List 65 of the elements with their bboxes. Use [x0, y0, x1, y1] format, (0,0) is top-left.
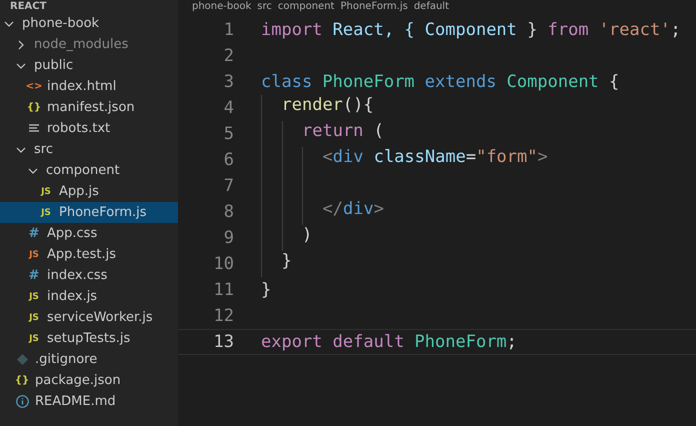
- file-item[interactable]: robots.txt: [0, 118, 178, 139]
- braces-icon: {}: [14, 372, 30, 388]
- line-number: 2: [222, 46, 234, 66]
- code-text: <div className="form">: [322, 147, 548, 169]
- file-item[interactable]: JS index.js: [0, 286, 178, 307]
- file-item[interactable]: # index.css: [0, 265, 178, 286]
- line-number: 4: [222, 98, 234, 118]
- code-text: return (: [302, 121, 384, 143]
- info-icon: [14, 394, 30, 410]
- chevron-down-icon: [16, 60, 26, 70]
- js-icon: JS: [26, 330, 42, 346]
- breadcrumb-item[interactable]: component: [278, 0, 334, 14]
- line-number: 5: [222, 124, 234, 144]
- breadcrumb-item[interactable]: phone-book: [192, 0, 252, 14]
- folder-item[interactable]: phone-book: [0, 13, 178, 34]
- file-item[interactable]: JS serviceWorker.js: [0, 307, 178, 328]
- code-text: render(){: [282, 95, 374, 117]
- js-icon: JS: [38, 184, 54, 200]
- code-text: import React, { Component } from 'react';: [261, 20, 681, 40]
- file-item[interactable]: {} package.json: [0, 370, 178, 391]
- line-number: 11: [212, 280, 234, 300]
- line-number: 12: [212, 306, 234, 326]
- line-number: 1: [222, 20, 234, 40]
- code-text: class PhoneForm extends Component {: [261, 72, 620, 92]
- file-item[interactable]: JS PhoneForm.js: [0, 202, 178, 223]
- code-text: }: [282, 251, 292, 273]
- js-icon: JS: [26, 288, 42, 304]
- file-item[interactable]: README.md: [0, 391, 178, 412]
- chevron-down-icon: [4, 18, 14, 28]
- line-number: 13: [212, 332, 234, 352]
- line-number: 7: [222, 176, 234, 196]
- chevron-down-icon: [16, 144, 26, 154]
- folder-item[interactable]: public: [0, 55, 178, 76]
- file-item[interactable]: .gitignore: [0, 349, 178, 370]
- file-item[interactable]: {} manifest.json: [0, 97, 178, 118]
- code-text: export default PhoneForm;: [261, 332, 517, 352]
- file-item[interactable]: JS App.test.js: [0, 244, 178, 265]
- explorer-header: REACT: [9, 0, 48, 13]
- code-brackets-icon: <>: [26, 78, 42, 94]
- file-item[interactable]: JS App.js: [0, 181, 178, 202]
- hash-icon: #: [26, 226, 42, 242]
- hash-icon: #: [26, 268, 42, 284]
- line-number: 6: [222, 150, 234, 170]
- code-text: </div>: [322, 199, 384, 221]
- file-item[interactable]: JS setupTests.js: [0, 328, 178, 349]
- line-number: 10: [212, 254, 234, 274]
- breadcrumb-item[interactable]: PhoneForm.js: [340, 0, 408, 14]
- code-text: }: [261, 280, 272, 300]
- file-item[interactable]: <> index.html: [0, 76, 178, 97]
- js-icon: JS: [26, 246, 42, 262]
- chevron-right-icon: [16, 40, 26, 50]
- line-number: 8: [222, 202, 234, 222]
- js-icon: JS: [38, 204, 54, 220]
- js-icon: JS: [26, 310, 42, 326]
- code-text: ): [302, 225, 312, 247]
- file-item[interactable]: # App.css: [0, 223, 178, 244]
- line-number: 3: [222, 72, 234, 92]
- folder-item[interactable]: src: [0, 139, 178, 160]
- line-number: 9: [222, 228, 234, 248]
- braces-icon: {}: [26, 100, 42, 116]
- breadcrumb-item[interactable]: src: [257, 0, 272, 14]
- folder-item[interactable]: node_modules: [0, 34, 178, 55]
- breadcrumb-item[interactable]: default: [414, 0, 449, 14]
- chevron-down-icon: [28, 166, 38, 176]
- folder-item[interactable]: component: [0, 160, 178, 181]
